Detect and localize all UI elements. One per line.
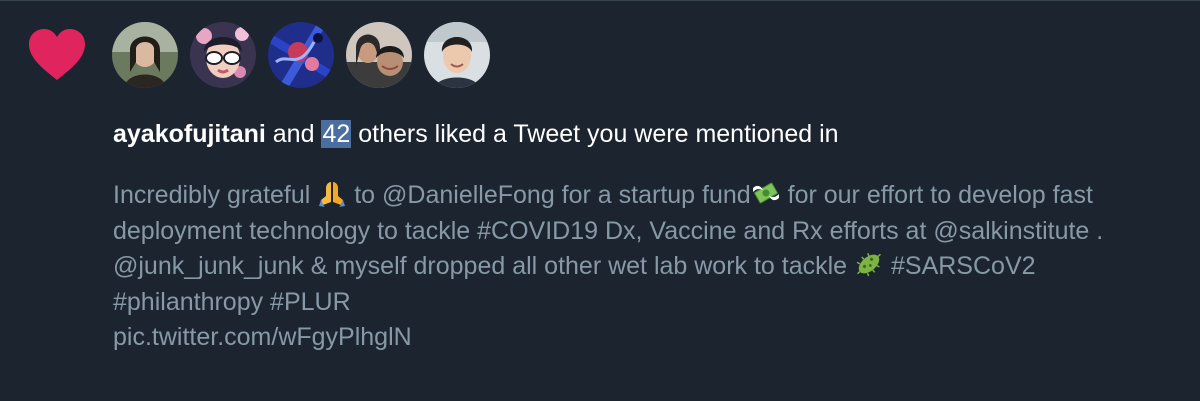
avatar[interactable]	[190, 22, 256, 88]
money-with-wings-icon	[751, 178, 781, 208]
headline-text: others liked a Tweet you were mentioned …	[358, 120, 839, 148]
avatar[interactable]	[424, 22, 490, 88]
microbe-icon	[854, 249, 884, 279]
avatar-row	[112, 22, 490, 88]
avatar[interactable]	[268, 22, 334, 88]
folded-hands-icon	[317, 178, 347, 208]
avatar[interactable]	[112, 22, 178, 88]
username-link[interactable]: ayakofujitani	[113, 120, 266, 148]
likes-count[interactable]: 42	[321, 120, 352, 148]
headline-text: and	[272, 120, 315, 148]
heart-icon	[28, 28, 86, 82]
divider	[0, 0, 1200, 1]
like-notification[interactable]: ayakofujitani and 42 others liked a Twee…	[0, 0, 1200, 401]
tweet-text-part: to @DanielleFong for a startup fund	[354, 181, 751, 209]
tweet-text-part: Incredibly grateful	[113, 181, 311, 209]
notification-headline: ayakofujitani and 42 others liked a Twee…	[113, 116, 839, 152]
avatar[interactable]	[346, 22, 412, 88]
tweet-media-link[interactable]: pic.twitter.com/wFgyPlhglN	[113, 323, 412, 351]
tweet-text[interactable]: Incredibly grateful to @DanielleFong for…	[113, 178, 1183, 356]
